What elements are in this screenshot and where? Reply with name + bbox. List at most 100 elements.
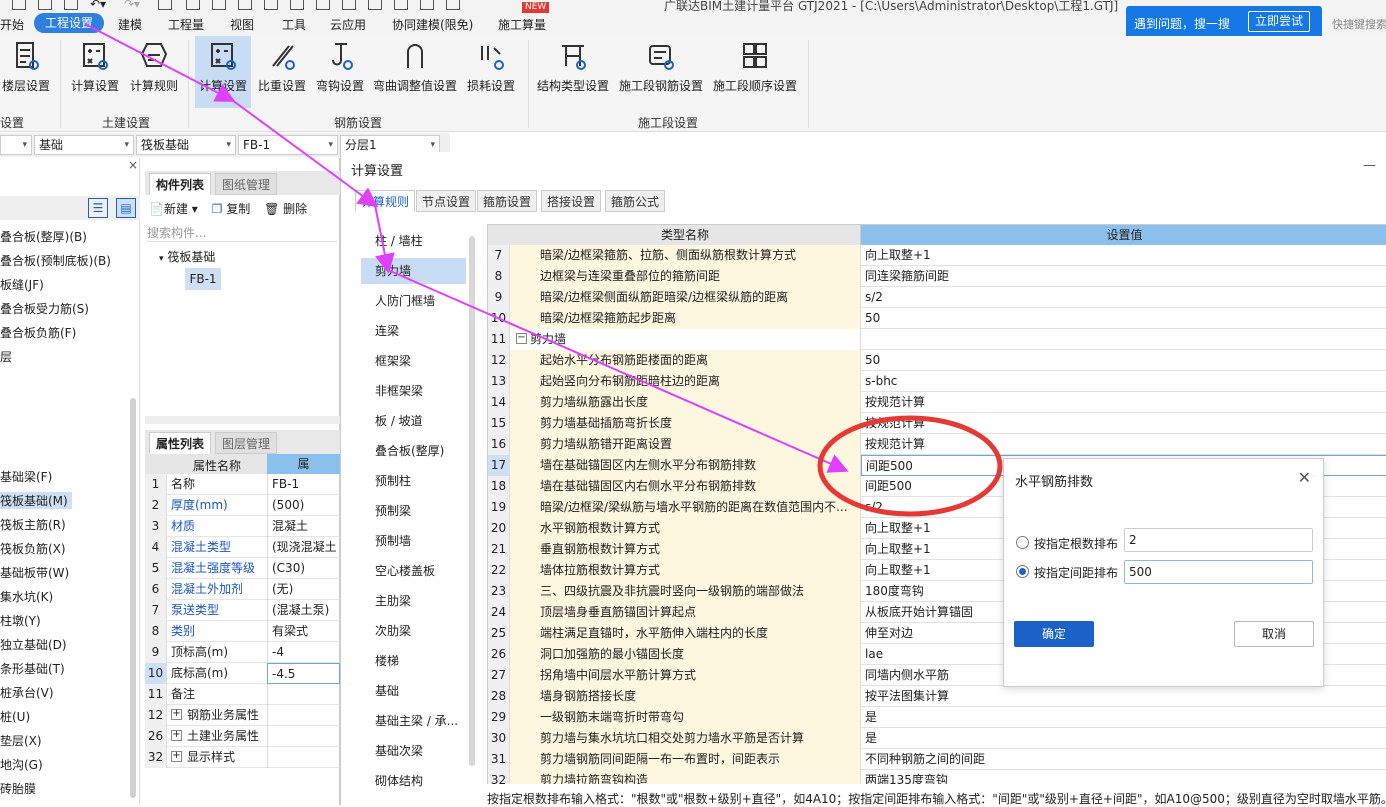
component-select[interactable]: FB-1 [238, 135, 338, 155]
count-input[interactable]: 2 [1124, 528, 1313, 552]
component-type-item[interactable]: 集水坑(K) [0, 588, 53, 605]
component-type-item[interactable]: 层 [0, 348, 12, 365]
close-icon[interactable]: × [128, 158, 138, 172]
tab-layer-management[interactable]: 图层管理 [215, 432, 278, 454]
cancel-button[interactable]: 取消 [1234, 621, 1314, 647]
floor-select[interactable] [0, 135, 32, 155]
rule-category-item[interactable]: 空心楼盖板 [361, 558, 466, 584]
setting-row[interactable]: 14 剪力墙纵筋露出长度 按规范计算 [488, 392, 1386, 413]
category-scrollbar[interactable] [469, 236, 475, 766]
property-value[interactable]: (500) [267, 495, 340, 516]
menu-cloud[interactable]: 云应用 [330, 16, 366, 33]
expand-icon[interactable]: + [171, 709, 182, 720]
rule-category-item[interactable]: 板 / 坡道 [361, 408, 466, 434]
new-file-icon[interactable] [12, 0, 26, 10]
rule-category-item[interactable]: 框架梁 [361, 348, 466, 374]
segment-order-button[interactable]: 施工段顺序设置 [710, 36, 800, 108]
property-row[interactable]: 11 备注 [145, 684, 340, 705]
category-select[interactable]: 基础 [34, 135, 134, 155]
component-type-item[interactable]: 独立基础(D) [0, 636, 67, 653]
detail-view-icon[interactable]: ▤ [116, 198, 136, 218]
setting-row[interactable]: 29 一级钢筋末端弯折时带弯勾是 [488, 707, 1386, 728]
component-type-item[interactable]: 筏板负筋(X) [0, 540, 66, 557]
setting-value[interactable]: 不同种钢筋之间的间距 [861, 749, 1386, 770]
tab-drawing-management[interactable]: 图纸管理 [215, 173, 278, 195]
setting-value[interactable]: 按平法图集计算 [861, 686, 1386, 707]
component-type-item[interactable]: 叠合板受力筋(S) [0, 300, 89, 317]
tab-property-list[interactable]: 属性列表 [149, 432, 212, 454]
calc-rules-button[interactable]: 计算规则 [126, 36, 182, 108]
menu-view[interactable]: 视图 [230, 16, 254, 33]
component-type-item[interactable]: 垫层(X) [0, 732, 42, 749]
rule-category-item[interactable]: 基础 [361, 678, 466, 704]
property-value[interactable]: 有梁式 [267, 621, 340, 642]
rule-category-item[interactable]: 砌体结构 [361, 768, 466, 794]
setting-value[interactable]: 同连梁箍筋间距 [861, 266, 1386, 287]
open-icon[interactable] [38, 0, 52, 10]
setting-row[interactable]: 10 暗梁/边框梁箍筋起步距离 50 [488, 308, 1386, 329]
bend-adjust-button[interactable]: 弯曲调整值设置 [370, 36, 460, 108]
property-value[interactable]: 混凝土 [267, 516, 340, 537]
loss-settings-button[interactable]: 损耗设置 [462, 36, 520, 108]
shortcut-search[interactable]: 快捷键搜索 [1332, 16, 1386, 32]
qat-icon-7[interactable] [316, 0, 330, 10]
property-value[interactable]: -4 [267, 642, 340, 663]
radio-by-spacing[interactable] [1016, 565, 1029, 578]
rule-category-item[interactable]: 楼梯 [361, 648, 466, 674]
rule-category-item[interactable]: 预制墙 [361, 528, 466, 554]
property-row[interactable]: 9 顶标高(m) -4 [145, 642, 340, 663]
qat-icon-1[interactable] [158, 0, 172, 10]
minimize-icon[interactable]: — [1363, 158, 1376, 173]
tab-component-list[interactable]: 构件列表 [149, 173, 212, 195]
property-row[interactable]: 4 混凝土类型 (现浇混凝土 [145, 537, 340, 558]
rule-category-item[interactable]: 剪力墙 [361, 258, 466, 284]
setting-value[interactable]: 是 [861, 728, 1386, 749]
component-type-item[interactable]: 桩(U) [0, 708, 30, 725]
radio-by-count[interactable] [1016, 536, 1029, 549]
undo-icon[interactable]: ↶▾ [90, 0, 106, 11]
property-value[interactable]: (现浇混凝土 [267, 537, 340, 558]
expand-icon[interactable]: + [171, 751, 182, 762]
rule-category-item[interactable]: 次肋梁 [361, 618, 466, 644]
dialog-tab[interactable]: 箍筋公式 [605, 190, 666, 212]
property-value[interactable]: (混凝土泵) [267, 600, 340, 621]
qat-icon-4[interactable] [238, 0, 252, 10]
menu-quantity[interactable]: 工程量 [168, 16, 204, 33]
list-view-icon[interactable]: ☰ [88, 198, 108, 218]
component-type-item[interactable]: 地沟(G) [0, 756, 43, 773]
collapse-icon[interactable]: − [516, 333, 527, 344]
setting-value[interactable]: 50 [861, 308, 1386, 329]
dialog-tab[interactable]: 节点设置 [416, 190, 477, 212]
property-row[interactable]: 6 混凝土外加剂 (无) [145, 579, 340, 600]
component-type-item[interactable]: 桩承台(V) [0, 684, 54, 701]
setting-row[interactable]: 16 剪力墙纵筋错开距离设置 按规范计算 [488, 434, 1386, 455]
save-icon[interactable] [64, 0, 78, 10]
rule-category-item[interactable]: 叠合板(整厚) [361, 438, 466, 464]
property-row[interactable]: 5 混凝土强度等级 (C30) [145, 558, 340, 579]
property-row[interactable]: 1 名称 FB-1 [145, 474, 340, 495]
rule-category-item[interactable]: 非框架梁 [361, 378, 466, 404]
civil-calc-settings-button[interactable]: 计算设置 [66, 36, 124, 108]
property-row[interactable]: 8 类别 有梁式 [145, 621, 340, 642]
segment-rebar-button[interactable]: 施工段钢筋设置 [616, 36, 706, 108]
property-row[interactable]: 3 材质 混凝土 [145, 516, 340, 537]
collapse-icon[interactable]: ▾ [159, 254, 164, 264]
tree-root[interactable]: ▾ 筏板基础 [159, 248, 215, 265]
setting-row[interactable]: 8 边框梁与连梁重叠部位的箍筋间距 同连梁箍筋间距 [488, 266, 1386, 287]
qat-icon-6[interactable] [290, 0, 304, 10]
new-button[interactable]: 📄新建 ▾ [149, 202, 198, 216]
setting-row[interactable]: 7 暗梁/边框梁箍筋、拉筋、侧面纵筋根数计算方式 向上取整+1 [488, 245, 1386, 266]
rule-category-item[interactable]: 基础次梁 [361, 738, 466, 764]
property-value[interactable] [267, 684, 340, 705]
component-type-item[interactable]: 基础板带(W) [0, 564, 69, 581]
rebar-calc-settings-button[interactable]: 计算设置 [195, 36, 251, 108]
menu-start[interactable]: 开始 [0, 16, 24, 33]
qat-icon-5[interactable] [264, 0, 278, 10]
menu-collab[interactable]: 协同建模(限免) [392, 16, 473, 33]
property-row[interactable]: 7 泵送类型 (混凝土泵) [145, 600, 340, 621]
component-type-item[interactable]: 砖胎膜 [0, 780, 36, 797]
menu-project-settings[interactable]: 工程设置 [34, 13, 104, 33]
delete-button[interactable]: 🗑 删除 [264, 202, 307, 216]
setting-value[interactable]: s/2 [861, 287, 1386, 308]
setting-value[interactable]: 两端135度弯钩 [861, 770, 1386, 784]
